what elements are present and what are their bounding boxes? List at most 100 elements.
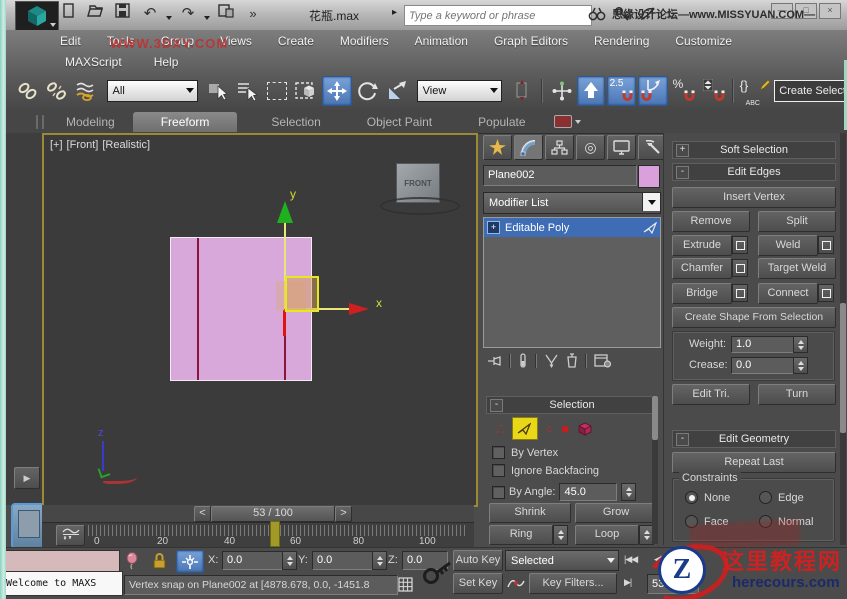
communication-center-icon[interactable]: [639, 6, 657, 22]
face-radio[interactable]: [685, 515, 698, 528]
menu-modifiers[interactable]: Modifiers: [337, 34, 392, 48]
selection-filter-dropdown[interactable]: All: [106, 80, 199, 102]
by-angle-checkbox[interactable]: [492, 485, 505, 499]
search-input[interactable]: [404, 5, 592, 26]
edit-edges-rollout-header[interactable]: - Edit Edges: [672, 163, 836, 181]
unlink-selection-icon[interactable]: [44, 77, 72, 105]
grow-button[interactable]: Grow: [575, 503, 657, 523]
normal-radio[interactable]: [759, 515, 772, 528]
tab-arrow-icon[interactable]: ▸: [392, 7, 397, 18]
menu-group[interactable]: Group: [158, 34, 197, 48]
ribbon-tab-object-paint[interactable]: Object Paint: [355, 112, 444, 132]
viewcube-front-face[interactable]: FRONT: [404, 179, 432, 188]
select-and-scale-button[interactable]: [383, 77, 411, 105]
connect-settings-button[interactable]: [818, 284, 834, 302]
constraint-edge[interactable]: Edge: [759, 491, 804, 504]
ribbon-tab-freeform[interactable]: Freeform: [132, 111, 238, 132]
default-tangent-icon[interactable]: [507, 575, 525, 591]
select-and-manipulate-icon[interactable]: [548, 77, 576, 105]
set-key-button[interactable]: Set Key: [453, 573, 503, 594]
set-keys-icon[interactable]: [422, 554, 452, 590]
favorites-star-icon[interactable]: ☆: [665, 5, 678, 23]
edge-radio[interactable]: [759, 491, 772, 504]
ignore-backfacing-checkbox[interactable]: [492, 464, 505, 477]
select-object-icon[interactable]: [204, 77, 232, 105]
app-menu-button[interactable]: [15, 1, 59, 31]
edit-tri-button[interactable]: Edit Tri.: [672, 384, 750, 405]
remove-modifier-icon[interactable]: [566, 353, 578, 368]
absolute-offset-mode-button[interactable]: [176, 550, 204, 573]
ring-spinner[interactable]: [553, 525, 568, 545]
menu-rendering[interactable]: Rendering: [591, 34, 652, 48]
by-angle-row[interactable]: By Angle: 45.0: [492, 483, 637, 501]
constraint-none[interactable]: None: [685, 491, 730, 504]
by-vertex-checkbox[interactable]: [492, 446, 505, 459]
panel2-scrollbar-thumb[interactable]: [840, 303, 846, 433]
extrude-settings-button[interactable]: [732, 236, 748, 254]
create-tab[interactable]: [483, 135, 512, 160]
undo-dropdown-icon[interactable]: [166, 16, 172, 20]
modifier-list-dropdown[interactable]: Modifier List: [483, 192, 661, 214]
chamfer-button[interactable]: Chamfer: [672, 258, 732, 279]
selection-rollout-header[interactable]: - Selection: [486, 396, 658, 414]
new-file-icon[interactable]: [58, 3, 80, 25]
soft-selection-rollout-header[interactable]: + Soft Selection: [672, 141, 836, 159]
search-binoculars-icon[interactable]: [588, 6, 606, 22]
menu-graph-editors[interactable]: Graph Editors: [491, 34, 571, 48]
open-file-icon[interactable]: [85, 3, 107, 25]
display-tab[interactable]: [607, 135, 636, 160]
weight-spinner[interactable]: [793, 336, 808, 353]
viewport-menu-shading[interactable]: [Realistic]: [102, 139, 150, 151]
plane-edge-line[interactable]: [197, 238, 199, 380]
selection-lock-icon[interactable]: [152, 552, 167, 569]
viewport-front[interactable]: [+] [Front] [Realistic] FRONT y x z: [42, 133, 478, 507]
pin-stack-icon[interactable]: [487, 354, 502, 368]
select-and-link-icon[interactable]: [14, 77, 42, 105]
crease-field[interactable]: 0.0: [731, 357, 795, 374]
connect-button[interactable]: Connect: [758, 283, 818, 304]
weld-button[interactable]: Weld: [758, 235, 818, 256]
project-folder-icon[interactable]: [215, 3, 237, 25]
bind-to-space-warp-icon[interactable]: [73, 77, 101, 105]
qat-more-icon[interactable]: »: [242, 3, 264, 25]
gizmo-xy-plane-handle[interactable]: [285, 276, 319, 312]
gizmo-x-arrow-icon[interactable]: [349, 303, 369, 315]
previous-frame-icon[interactable]: ◀|: [654, 554, 662, 565]
named-selection-input[interactable]: Create Selection: [774, 80, 847, 102]
select-and-rotate-button[interactable]: [354, 77, 382, 105]
shrink-button[interactable]: Shrink: [489, 503, 571, 523]
menu-tools[interactable]: Tools: [104, 34, 138, 48]
viewport-menu-general[interactable]: [+]: [50, 139, 63, 151]
bridge-settings-button[interactable]: [732, 284, 748, 302]
by-angle-field[interactable]: 45.0: [559, 483, 618, 501]
current-frame-marker[interactable]: [270, 521, 280, 547]
viewcube-compass-ring[interactable]: [380, 197, 460, 215]
vertex-subobject-icon[interactable]: ∴: [496, 420, 505, 438]
panel2-scrollbar-track[interactable]: [840, 133, 846, 545]
gizmo-y-arrow-icon[interactable]: [277, 201, 293, 223]
create-shape-button[interactable]: Create Shape From Selection: [672, 307, 836, 328]
menu-views[interactable]: Views: [217, 34, 255, 48]
edit-geometry-rollout-header[interactable]: - Edit Geometry: [672, 430, 836, 448]
object-name-field[interactable]: Plane002: [483, 165, 637, 186]
loop-button[interactable]: Loop: [575, 525, 639, 545]
extrude-button[interactable]: Extrude: [672, 235, 732, 256]
x-spinner[interactable]: [282, 551, 297, 570]
selected-edge[interactable]: [283, 310, 286, 336]
ignore-backfacing-row[interactable]: Ignore Backfacing: [492, 464, 599, 477]
close-button[interactable]: ×: [819, 3, 841, 19]
reference-coordinate-dropdown[interactable]: View: [416, 80, 503, 102]
chamfer-settings-button[interactable]: [732, 259, 748, 277]
ribbon-grip[interactable]: [36, 114, 44, 129]
frame-prev-button[interactable]: <: [194, 506, 211, 522]
snap-toggle-25-button[interactable]: 2.5: [606, 76, 637, 106]
repeat-last-button[interactable]: Repeat Last: [672, 452, 836, 473]
none-radio[interactable]: [685, 491, 698, 504]
mini-curve-editor-button[interactable]: [56, 525, 85, 546]
license-key-icon[interactable]: [614, 6, 631, 22]
target-weld-button[interactable]: Target Weld: [758, 258, 836, 279]
percent-snap-toggle-icon[interactable]: %: [670, 77, 698, 105]
keyboard-shortcut-override-button[interactable]: [577, 76, 605, 106]
ribbon-minimize-dropdown[interactable]: [553, 115, 581, 128]
make-unique-icon[interactable]: [544, 354, 559, 368]
